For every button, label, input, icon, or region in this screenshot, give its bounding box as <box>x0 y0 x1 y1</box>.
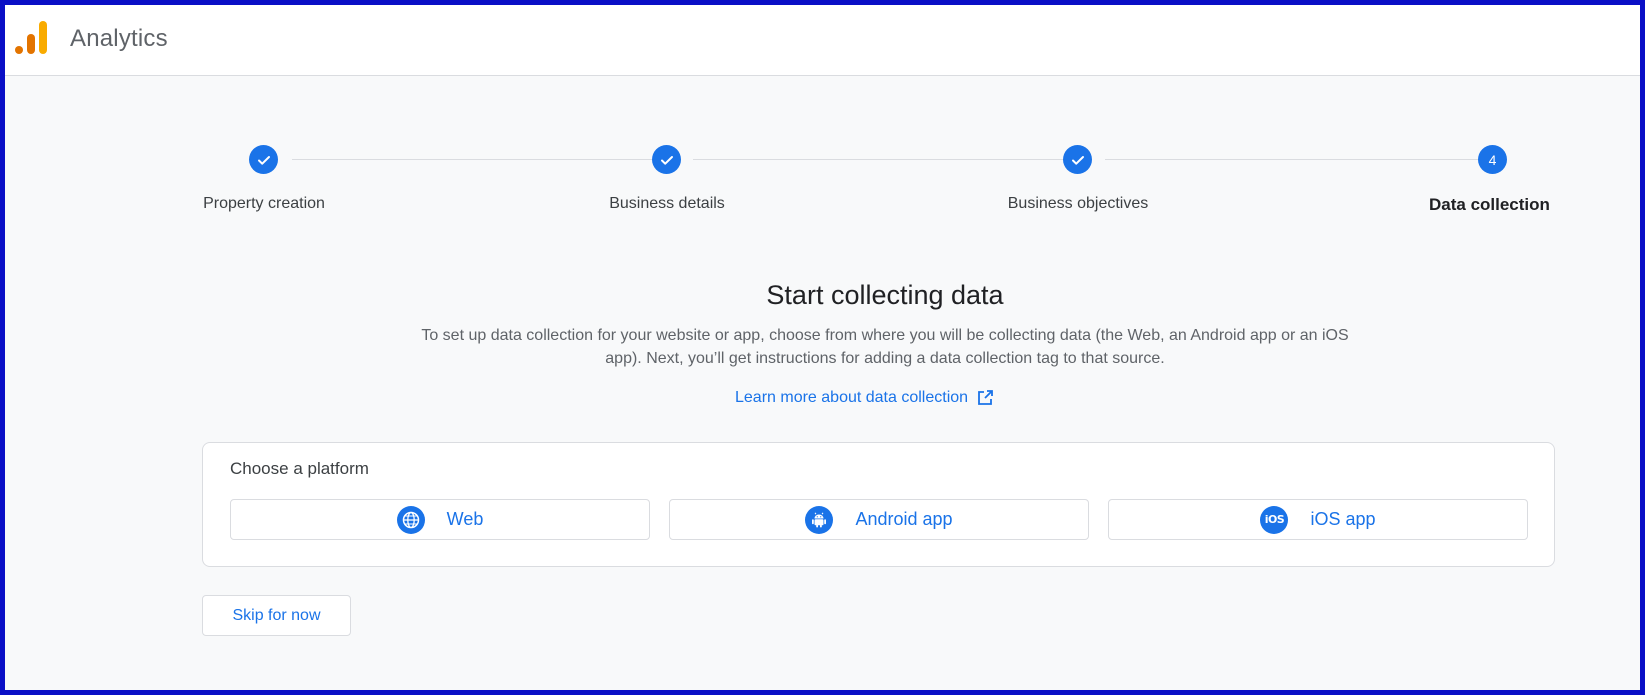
android-label: Android app <box>855 509 953 529</box>
step-label-property-creation: Property creation <box>203 195 325 212</box>
step-1-complete-icon <box>249 145 278 174</box>
platform-heading: Choose a platform <box>230 459 369 478</box>
step-connector <box>693 159 1066 160</box>
setup-stepper: Property creation Business details Busin… <box>5 5 1640 235</box>
ios-label: iOS app <box>1310 509 1376 529</box>
step-4-current-badge: 4 <box>1478 145 1507 174</box>
web-label: Web <box>446 509 484 529</box>
page-title: Start collecting data <box>766 280 1004 310</box>
step-connector <box>1105 159 1478 160</box>
step-connector <box>292 159 654 160</box>
ios-platform-button[interactable]: iOS iOS app <box>1108 499 1528 540</box>
ios-icon-text: iOS <box>1264 513 1285 526</box>
step-3-complete-icon <box>1063 145 1092 174</box>
android-platform-button[interactable]: Android app <box>669 499 1089 540</box>
skip-for-now-button[interactable]: Skip for now <box>202 595 351 636</box>
app-frame: Analytics Property creation Business det… <box>0 0 1645 695</box>
ios-icon: iOS <box>1260 505 1289 534</box>
check-icon <box>257 155 270 165</box>
learn-more-label: Learn more about data collection <box>735 389 969 406</box>
intro-description: To set up data collection for your websi… <box>421 327 1349 367</box>
learn-more-link[interactable]: Learn more about data collection <box>735 389 994 407</box>
step-label-business-objectives: Business objectives <box>1007 195 1149 212</box>
step-2-complete-icon <box>652 145 681 174</box>
web-platform-button[interactable]: Web <box>230 499 650 540</box>
globe-icon <box>396 505 425 534</box>
step-label-business-details: Business details <box>609 195 725 212</box>
step-label-data-collection: Data collection <box>1429 195 1550 214</box>
check-icon <box>660 155 673 165</box>
android-icon <box>805 505 834 534</box>
choose-platform-card: Choose a platform Web Android app iOS iO… <box>202 442 1555 567</box>
open-in-new-icon <box>978 390 993 405</box>
check-icon <box>1071 155 1084 165</box>
